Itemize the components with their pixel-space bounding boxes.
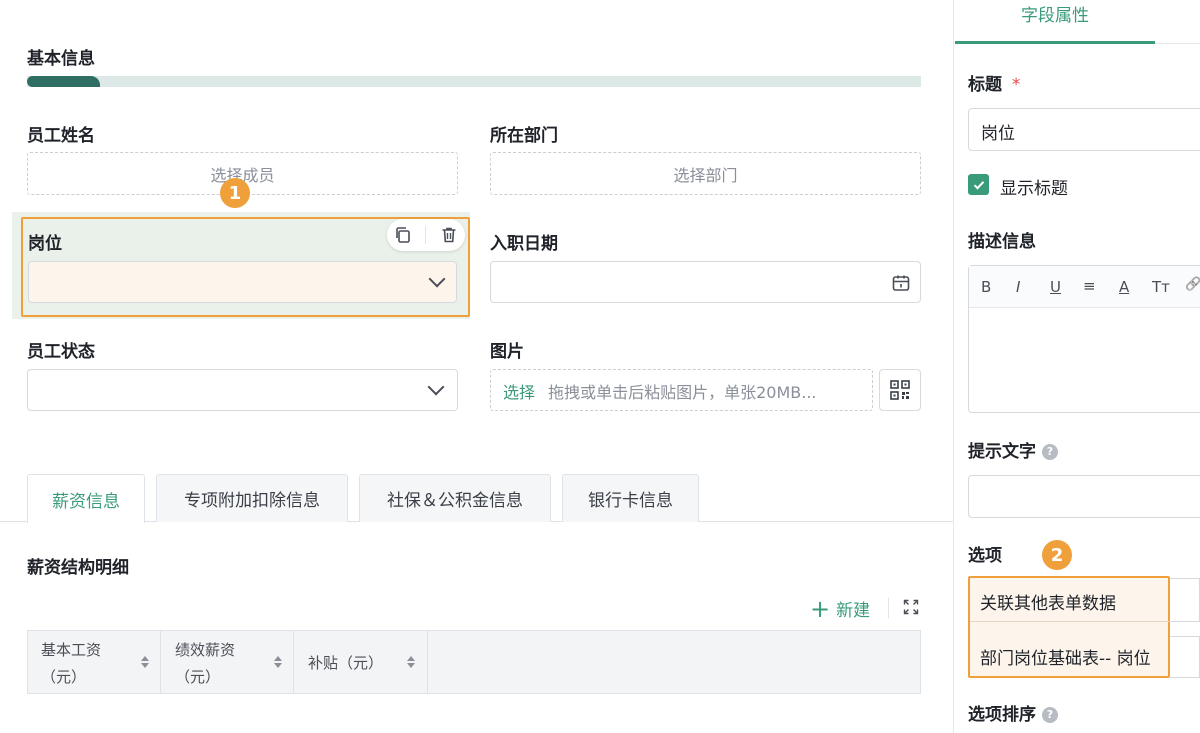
plus-icon: + — [810, 594, 831, 623]
help-icon[interactable]: ? — [1042, 443, 1058, 460]
title-input[interactable]: 岗位 — [968, 108, 1200, 151]
column-header-unit: （元） — [175, 668, 221, 686]
sort-icon[interactable] — [141, 656, 149, 668]
calendar-icon — [891, 273, 911, 293]
tab-social-insurance[interactable]: 社保＆公积金信息 — [359, 474, 551, 522]
salary-structure-table: 基本工资 （元） 绩效薪资 （元） 补贴（元） — [27, 630, 921, 694]
tab-special-deduction[interactable]: 专项附加扣除信息 — [156, 474, 348, 522]
font-size-icon[interactable]: Tт — [1152, 278, 1170, 296]
column-header-text: 基本工资 — [41, 641, 102, 659]
tab-bank-card[interactable]: 银行卡信息 — [562, 474, 699, 522]
image-select-link[interactable]: 选择 — [503, 383, 535, 402]
column-header-text: 补贴（元） — [308, 654, 384, 672]
title-property-text: 标题 — [968, 75, 1002, 95]
sort-icon[interactable] — [274, 656, 282, 668]
column-header-unit: （元） — [41, 668, 87, 686]
image-label: 图片 — [490, 342, 524, 362]
option-source-select-extension — [1170, 578, 1200, 622]
callout-marker-2: 2 — [1042, 540, 1072, 570]
position-select[interactable] — [28, 261, 457, 303]
column-header-text: 绩效薪资 — [175, 641, 236, 659]
option-field-select[interactable]: 部门岗位基础表-- 岗位 — [970, 635, 1168, 676]
new-row-button[interactable]: + 新建 — [810, 594, 871, 623]
department-picker[interactable]: 选择部门 — [490, 152, 921, 195]
options-label: 选项 — [968, 546, 1002, 566]
description-label: 描述信息 — [968, 232, 1036, 252]
copy-icon[interactable] — [393, 225, 413, 245]
description-editor[interactable]: B I U ≡ A Tт 🔗 — [968, 265, 1200, 413]
expand-icon[interactable] — [903, 599, 919, 615]
employee-status-select[interactable] — [27, 369, 458, 411]
image-upload-hint: 拖拽或单击后粘贴图片，单张20MB... — [548, 383, 817, 402]
trash-icon[interactable] — [439, 225, 459, 245]
option-source-select[interactable]: 关联其他表单数据 — [970, 578, 1200, 622]
column-header-basic-salary[interactable]: 基本工资 （元） — [28, 631, 161, 693]
department-label: 所在部门 — [490, 126, 558, 146]
chevron-down-icon — [427, 378, 445, 396]
help-icon[interactable]: ? — [1042, 706, 1058, 723]
callout-marker-1: 1 — [220, 178, 250, 208]
title-input-value: 岗位 — [981, 124, 1015, 144]
panel-divider — [953, 0, 954, 733]
toolbar-separator — [425, 226, 427, 244]
section-divider-accent — [27, 76, 100, 87]
column-header-performance-salary[interactable]: 绩效薪资 （元） — [161, 631, 294, 693]
option-field-select-extension — [1170, 636, 1200, 678]
align-icon[interactable]: ≡ — [1083, 277, 1096, 295]
hint-text-input[interactable] — [968, 475, 1200, 518]
option-sort-text: 选项排序 — [968, 705, 1036, 725]
option-field-text: 部门岗位基础表-- 岗位 — [980, 649, 1151, 669]
qr-code-icon — [889, 379, 911, 401]
toolbar-separator — [888, 598, 889, 618]
underline-icon[interactable]: U — [1050, 278, 1061, 296]
italic-icon[interactable]: I — [1016, 278, 1020, 296]
tab-salary-info[interactable]: 薪资信息 — [27, 474, 145, 523]
hire-date-label: 入职日期 — [490, 234, 558, 254]
hint-text-label: 提示文字? — [968, 437, 1058, 462]
new-row-label: 新建 — [836, 601, 871, 621]
form-designer: 基本信息 员工姓名 选择成员 所在部门 选择部门 岗位 1 入职日期 员工状态 — [0, 0, 1200, 733]
section-title: 基本信息 — [27, 49, 95, 69]
hint-text-label-text: 提示文字 — [968, 442, 1036, 462]
employee-name-label: 员工姓名 — [27, 126, 95, 146]
title-property-label: 标题 * — [968, 70, 1020, 95]
department-placeholder: 选择部门 — [673, 165, 738, 185]
sort-icon[interactable] — [407, 656, 415, 668]
qr-code-button[interactable] — [879, 369, 921, 411]
section-divider — [27, 76, 921, 87]
tab-field-properties[interactable]: 字段属性 — [955, 0, 1155, 44]
chevron-down-icon — [428, 270, 446, 288]
show-title-label: 显示标题 — [1000, 179, 1068, 199]
show-title-checkbox[interactable] — [968, 174, 989, 195]
checkmark-icon — [973, 180, 984, 190]
hire-date-input[interactable] — [490, 261, 921, 303]
option-sort-label: 选项排序? — [968, 700, 1058, 725]
font-color-icon[interactable]: A — [1119, 278, 1129, 296]
link-icon[interactable]: 🔗 — [1185, 277, 1200, 292]
option-source-text: 关联其他表单数据 — [980, 594, 1116, 614]
required-star: * — [1011, 75, 1021, 95]
column-header-allowance[interactable]: 补贴（元） — [294, 631, 428, 693]
position-label: 岗位 — [28, 234, 62, 254]
image-upload-area[interactable]: 选择 拖拽或单击后粘贴图片，单张20MB... — [490, 369, 873, 411]
employee-status-label: 员工状态 — [27, 342, 95, 362]
active-tab-indicator — [955, 41, 1155, 44]
bold-icon[interactable]: B — [981, 278, 991, 296]
subtable-title: 薪资结构明细 — [27, 558, 129, 578]
field-toolbar — [387, 219, 465, 251]
